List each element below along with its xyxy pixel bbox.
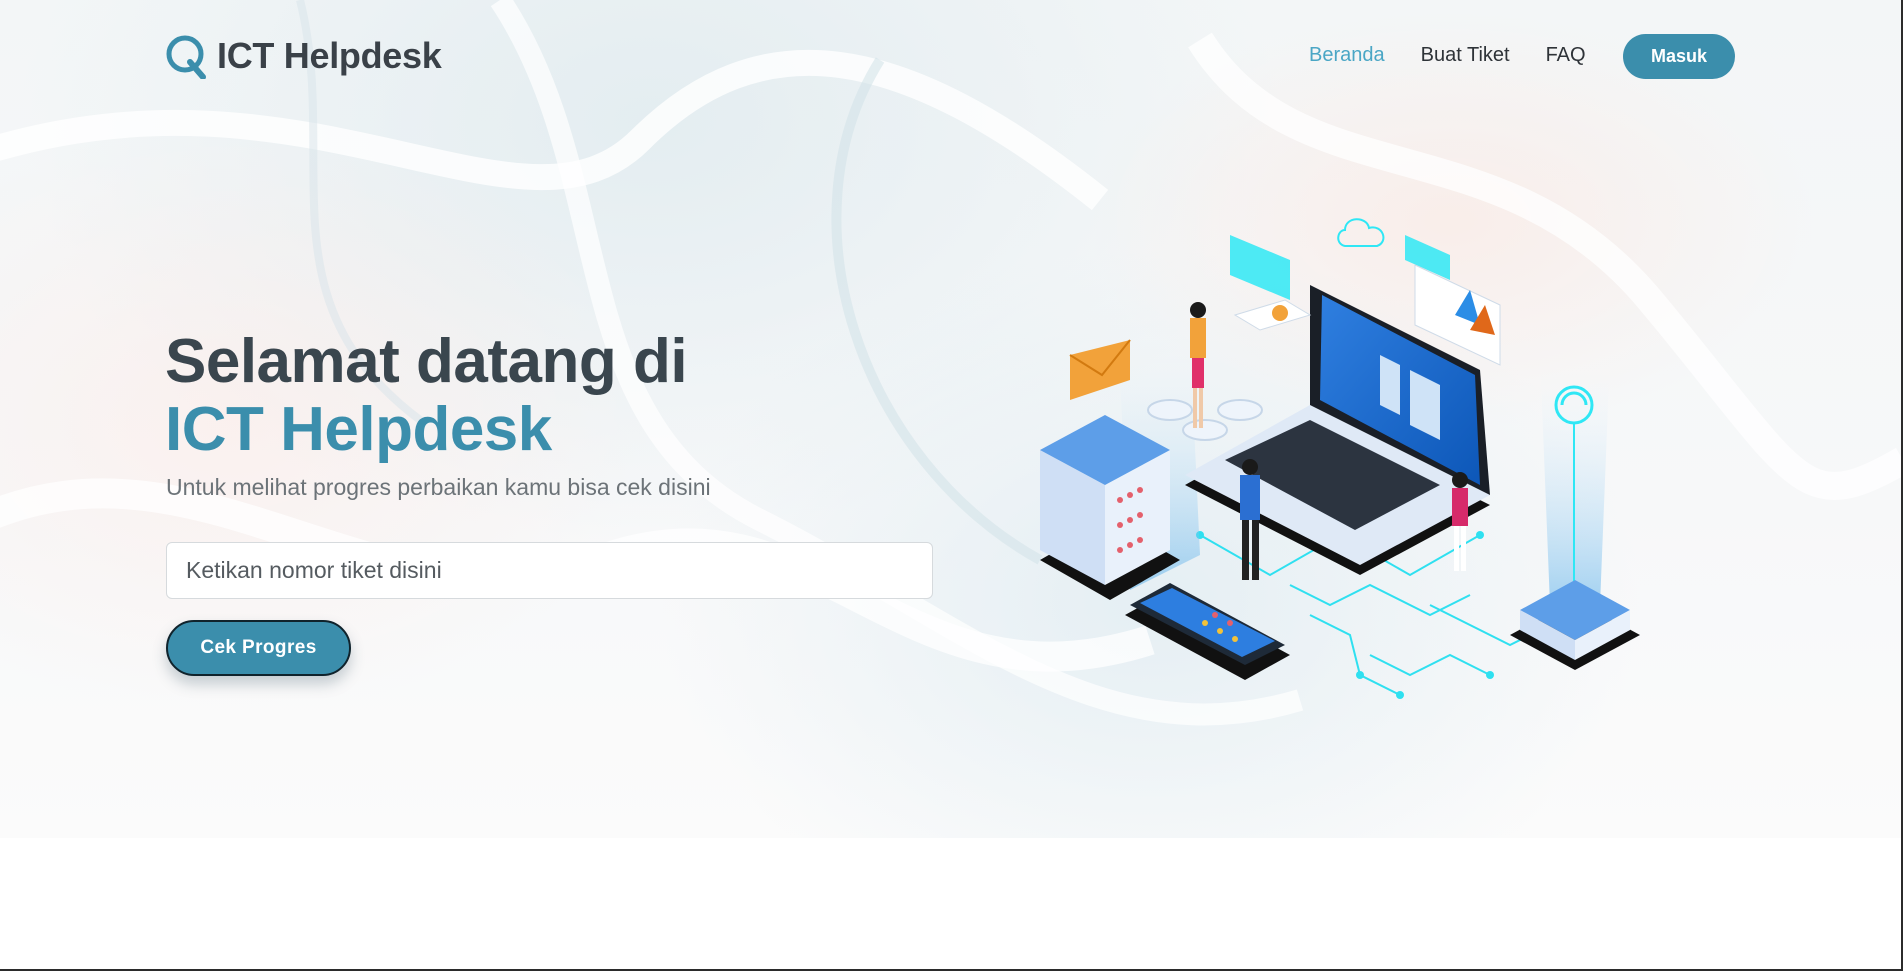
check-progress-button[interactable]: Cek Progres (166, 620, 351, 676)
ticket-number-input[interactable] (166, 542, 933, 599)
brand-name: ICT Helpdesk (217, 35, 442, 76)
hero-title-line2: ICT Helpdesk (165, 395, 552, 464)
q-logo-icon (166, 35, 206, 79)
hero-title-line1: Selamat datang di (165, 327, 688, 396)
navbar: ICT Helpdesk Beranda Buat Tiket FAQ Masu… (0, 0, 1903, 112)
nav-link-faq[interactable]: FAQ (1546, 44, 1586, 67)
nav-link-buat-tiket[interactable]: Buat Tiket (1421, 44, 1510, 67)
hero-section: ICT Helpdesk Beranda Buat Tiket FAQ Masu… (0, 0, 1903, 838)
login-button[interactable]: Masuk (1623, 34, 1735, 79)
smartphone (1125, 583, 1290, 680)
isometric-datacenter-illustration (1040, 218, 1640, 699)
brand[interactable]: ICT Helpdesk (165, 33, 442, 79)
person-man-blue (1240, 459, 1260, 580)
hero-subtitle: Untuk melihat progres perbaikan kamu bis… (166, 474, 711, 500)
nav-links: Beranda Buat Tiket FAQ (1309, 44, 1622, 67)
nav-link-beranda[interactable]: Beranda (1309, 44, 1385, 67)
wifi-tower (1510, 355, 1640, 670)
